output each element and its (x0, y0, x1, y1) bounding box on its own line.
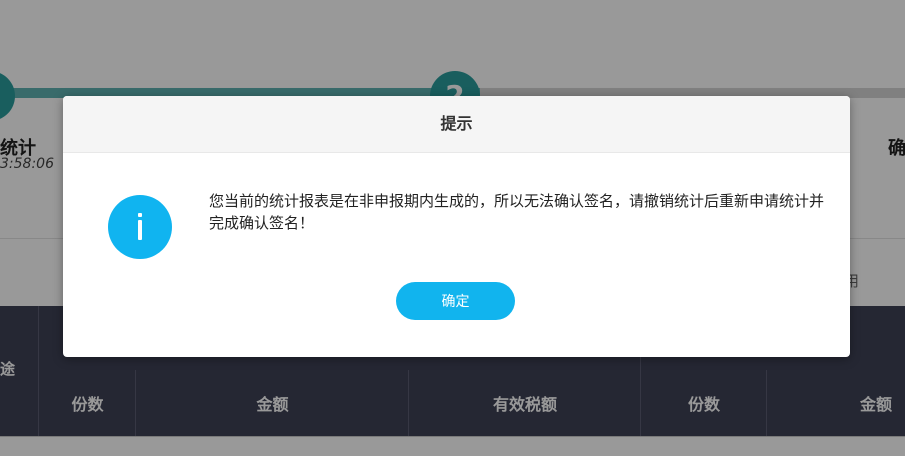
info-icon (108, 195, 172, 259)
info-icon-dot (138, 213, 142, 217)
page: 1 2 统计 3:58:06 确 用 途 份数 金额 有效税额 份数 金额 提示… (0, 0, 905, 456)
info-icon-bar (138, 220, 142, 240)
alert-dialog: 提示 您当前的统计报表是在非申报期内生成的，所以无法确认签名，请撤销统计后重新申… (63, 96, 850, 357)
dialog-message: 您当前的统计报表是在非申报期内生成的，所以无法确认签名，请撤销统计后重新申请统计… (209, 192, 825, 232)
confirm-button[interactable]: 确定 (396, 282, 515, 320)
dialog-title: 提示 (63, 96, 850, 153)
